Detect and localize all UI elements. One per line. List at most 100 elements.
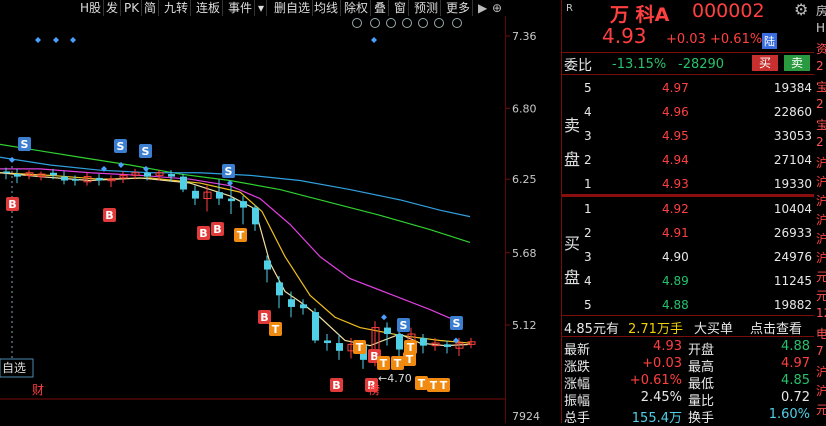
toolbar-14-button[interactable]: 更多: [444, 0, 474, 16]
buy-order-level: 5: [584, 298, 592, 312]
volume-axis-label: 7924: [512, 410, 540, 423]
toolbar-1-button[interactable]: 发: [104, 0, 122, 16]
buy-order-row[interactable]: 2 4.91 26933: [562, 221, 814, 245]
sell-order-row[interactable]: 1 4.93 19330: [562, 172, 814, 196]
sell-order-price: 4.96: [662, 105, 689, 119]
edge-item[interactable]: 12: [816, 306, 826, 320]
edge-item[interactable]: 元: [816, 268, 826, 285]
big-buy-label: 大买单: [694, 322, 734, 337]
sell-order-row[interactable]: 4 4.96 22860: [562, 100, 814, 124]
sell-order-volume: 27104: [773, 153, 812, 167]
gear-icon[interactable]: ⚙: [794, 0, 808, 19]
t-signal-label: T: [440, 379, 448, 392]
sell-order-volume: 19330: [773, 177, 812, 191]
divider: [562, 52, 814, 53]
sell-order-price: 4.93: [662, 177, 689, 191]
edge-item[interactable]: 宝: [816, 78, 826, 95]
edge-item[interactable]: 沪: [816, 382, 826, 399]
buy-order-level: 1: [584, 202, 592, 216]
big-buy-price: 4.85元有: [564, 322, 619, 337]
sell-order-row[interactable]: 3 4.95 33053: [562, 124, 814, 148]
toolbar-7-button[interactable]: ▾: [256, 0, 268, 16]
toolbar-2-button[interactable]: PK: [122, 0, 143, 16]
event-diamond-icon: [53, 37, 59, 43]
sell-order-row[interactable]: 2 4.94 27104: [562, 148, 814, 172]
toolbar-6-button[interactable]: 事件: [226, 0, 256, 16]
sell-order-price: 4.97: [662, 81, 689, 95]
toolbar-5-button[interactable]: 连板: [194, 0, 224, 16]
buy-order-row[interactable]: 3 4.90 24976: [562, 245, 814, 269]
sell-button[interactable]: 卖: [784, 55, 810, 71]
kline-chart[interactable]: 7.366.806.255.685.127924S S SSS SBBB BBB BBTT…: [0, 16, 562, 423]
candle-body-down: [216, 192, 223, 199]
toolbar-13-button[interactable]: 预测: [412, 0, 442, 16]
plus-icon[interactable]: ⊕: [492, 1, 502, 15]
toolbar-10-button[interactable]: 除权: [342, 0, 372, 16]
big-buy-link[interactable]: 点击查看: [750, 318, 802, 337]
buy-signal-label: B: [105, 209, 113, 222]
event-diamond-icon: [70, 37, 76, 43]
buy-order-row[interactable]: 1 4.92 10404: [562, 197, 814, 221]
left-arrow-icon[interactable]: ▶: [478, 1, 487, 15]
event-diamond-icon: [371, 37, 377, 43]
toolbar-8-button[interactable]: 删自选: [272, 0, 314, 16]
right-edge-list: 房H资2宝2宝2沪沪沪沪沪沪元元12电7沪沪元: [814, 0, 826, 423]
buy-order-price: 4.90: [662, 250, 689, 264]
stock-name: 万 科A: [610, 4, 670, 26]
edge-item[interactable]: H: [816, 21, 825, 35]
edge-item[interactable]: 元: [816, 401, 826, 418]
stat-row: 振幅 2.45% 量比 0.72: [562, 390, 814, 409]
buy-button[interactable]: 买: [752, 55, 778, 71]
divider: [562, 74, 814, 75]
candle-body-down: [288, 299, 295, 307]
buy-signal-label: B: [8, 198, 16, 211]
buy-order-price: 4.88: [662, 298, 689, 312]
buy-order-row[interactable]: 4 4.89 11245: [562, 269, 814, 293]
toolbar-11-button[interactable]: 叠: [372, 0, 390, 16]
edge-item[interactable]: 7: [816, 344, 824, 358]
edge-item[interactable]: 元: [816, 287, 826, 304]
edge-item[interactable]: 电: [816, 325, 826, 342]
buy-signal-label: B: [260, 311, 268, 324]
toolbar-9-button[interactable]: 均线: [312, 0, 342, 16]
stat-l: 总手: [564, 411, 591, 426]
chart-tool-icon: [370, 18, 380, 28]
edge-item[interactable]: 宝: [816, 116, 826, 133]
candle-body-down: [324, 340, 331, 344]
candle-body-down: [192, 190, 199, 199]
zixuan-label: 自选: [2, 361, 26, 375]
sell-order-row[interactable]: 5 4.97 19384: [562, 76, 814, 100]
edge-item[interactable]: 资: [816, 40, 826, 57]
edge-item[interactable]: 沪: [816, 154, 826, 171]
candle-body-down: [444, 344, 451, 347]
edge-item[interactable]: 房: [816, 2, 826, 19]
edge-item[interactable]: 2: [816, 59, 824, 73]
edge-item[interactable]: 沪: [816, 211, 826, 228]
candle-body-down: [240, 201, 247, 208]
edge-item[interactable]: 沪: [816, 230, 826, 247]
edge-item[interactable]: 沪: [816, 363, 826, 380]
stat-v2: 4.88: [781, 339, 810, 354]
stat-row: 总手 155.4万 换手 1.60%: [562, 407, 814, 426]
edge-item[interactable]: 2: [816, 135, 824, 149]
divider: [562, 336, 814, 337]
sell-order-volume: 19384: [773, 81, 812, 95]
stat-l2: 换手: [688, 411, 715, 426]
buy-order-row[interactable]: 5 4.88 19882: [562, 293, 814, 317]
toolbar-12-button[interactable]: 窗: [392, 0, 410, 16]
edge-item[interactable]: 沪: [816, 249, 826, 266]
weibi-pct: -13.15%: [612, 57, 667, 72]
edge-item[interactable]: 沪: [816, 192, 826, 209]
toolbar-0-button[interactable]: H股: [78, 0, 105, 16]
buy-order-level: 2: [584, 226, 592, 240]
toolbar-3-button[interactable]: 简: [142, 0, 160, 16]
t-signal-label: T: [418, 377, 426, 390]
candle-body-down: [72, 179, 79, 181]
buy-order-volume: 11245: [773, 274, 812, 288]
t-signal-label: T: [406, 353, 414, 366]
edge-item[interactable]: 沪: [816, 173, 826, 190]
edge-item[interactable]: 2: [816, 97, 824, 111]
candle-body-down: [168, 174, 175, 177]
toolbar-4-button[interactable]: 九转: [162, 0, 192, 16]
event-diamond-icon: [35, 37, 41, 43]
